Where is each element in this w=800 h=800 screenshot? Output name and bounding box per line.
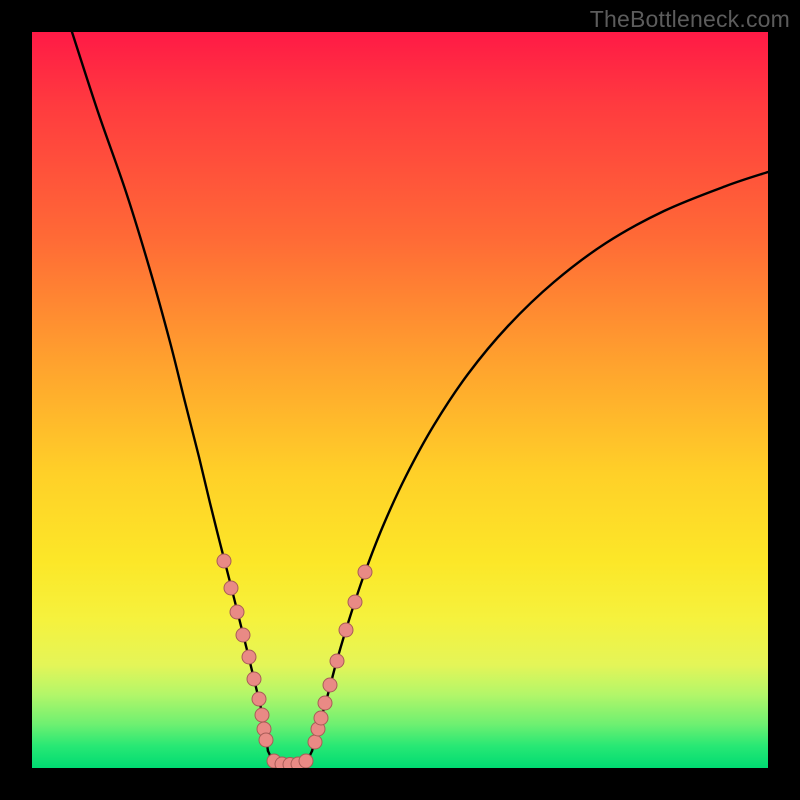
dot-left-6 (252, 692, 266, 706)
dot-basin-4 (299, 754, 313, 768)
chart-frame: TheBottleneck.com (0, 0, 800, 800)
dot-left-9 (259, 733, 273, 747)
dot-left-2 (230, 605, 244, 619)
dot-left-4 (242, 650, 256, 664)
dot-right-3 (318, 696, 332, 710)
dot-right-2 (314, 711, 328, 725)
plot-area (32, 32, 768, 768)
curve-right-arm (312, 172, 768, 751)
curve-svg (32, 32, 768, 768)
dot-right-0 (308, 735, 322, 749)
dot-left-1 (224, 581, 238, 595)
dot-left-7 (255, 708, 269, 722)
dot-left-0 (217, 554, 231, 568)
curve-left-arm (72, 32, 268, 751)
dot-right-7 (348, 595, 362, 609)
watermark-text: TheBottleneck.com (590, 6, 790, 33)
dot-left-5 (247, 672, 261, 686)
dot-right-4 (323, 678, 337, 692)
dot-right-8 (358, 565, 372, 579)
data-dots (217, 554, 372, 768)
dot-right-5 (330, 654, 344, 668)
dot-right-6 (339, 623, 353, 637)
dot-left-3 (236, 628, 250, 642)
